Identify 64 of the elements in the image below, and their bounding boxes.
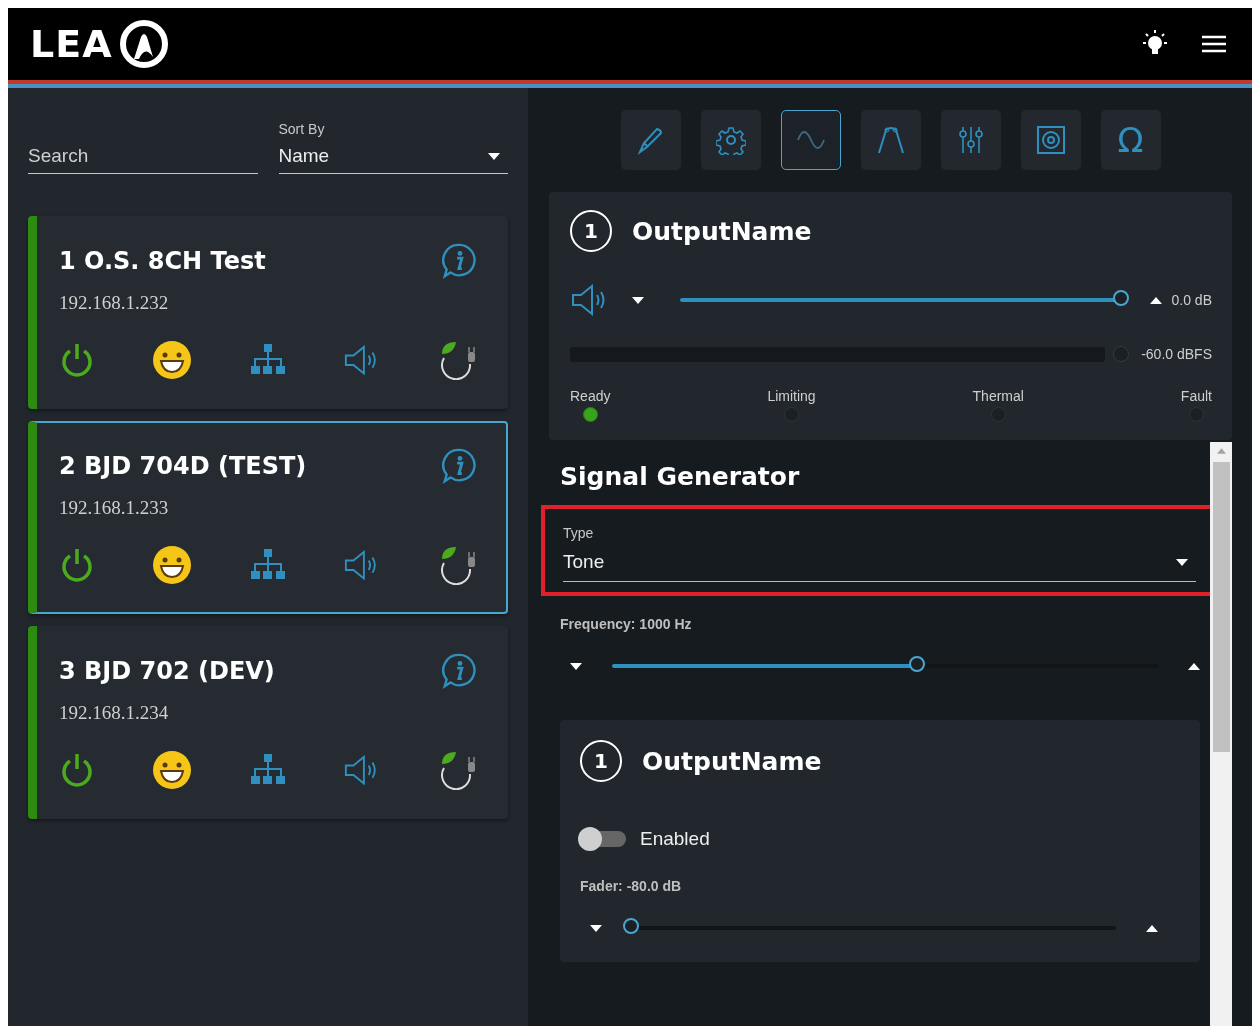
caret-down-icon[interactable] [632,296,644,304]
info-icon[interactable] [440,652,478,690]
tool-tab[interactable] [620,110,681,170]
tool-tab[interactable] [780,110,841,170]
device-name: 3 BJD 702 (DEV) [59,657,275,685]
logo-text: LEA [30,22,113,66]
menu-icon[interactable] [1202,34,1226,54]
slider-thumb[interactable] [908,656,925,672]
toggle-label: Enabled [640,828,710,850]
power-icon[interactable] [59,547,95,583]
tool-tab[interactable] [940,110,1001,170]
ip-address: 192.168.1.232 [59,292,170,314]
search-field[interactable]: Search [28,145,258,167]
channel-number: 1 [580,740,622,782]
info-icon[interactable] [440,242,478,280]
device-name: 1 O.S. 8CH Test [59,247,266,275]
smiley-icon [151,750,192,790]
device-name: 2 BJD 704D (TEST) [59,452,307,480]
eco-plug-icon[interactable] [438,545,478,585]
type-dropdown[interactable]: Type Tone [563,525,1196,582]
fader-label: Fader: -80.0 dB [580,878,683,894]
slider-thumb[interactable] [1112,290,1129,306]
caret-up-icon[interactable] [1146,924,1158,932]
slider-thumb[interactable] [623,918,639,934]
status-label: Thermal [972,388,1024,404]
caret-down-icon[interactable] [488,152,500,160]
tool-tab[interactable] [1020,110,1081,170]
status-label: Limiting [767,388,816,404]
filter-curve-icon [875,125,906,155]
gear-icon [715,125,746,155]
caret-up-icon[interactable] [1188,662,1200,670]
sort-dropdown[interactable]: Sort By Name [278,121,508,174]
tool-tab[interactable] [860,110,921,170]
caret-down-icon[interactable] [1176,558,1188,566]
device-card[interactable]: 2 BJD 704D (TEST) 192.168.1.233 [28,421,508,614]
eco-plug-icon[interactable] [438,750,478,790]
ip-address: 192.168.1.234 [59,702,170,724]
ip-address: 192.168.1.233 [59,497,170,519]
device-card[interactable]: 1 O.S. 8CH Test 192.168.1.232 [28,216,508,409]
channel-number: 1 [570,210,612,252]
gain-reading: 0.0 dB [1171,292,1212,308]
power-icon[interactable] [59,342,95,378]
smiley-icon [151,340,192,380]
caret-down-icon[interactable] [570,662,582,670]
output-name: OutputName [632,216,812,246]
power-icon[interactable] [59,752,95,788]
section-title: Signal Generator [560,462,801,491]
status-label: Fault [1180,388,1212,404]
info-icon[interactable] [440,447,478,485]
scrollbar[interactable] [1210,442,1232,1026]
speaker-box-icon [1035,125,1066,155]
meter-reading: -60.0 dBFS [1141,346,1212,362]
tool-tab[interactable]: Ω [1100,110,1161,170]
caret-up-icon[interactable] [1149,296,1162,304]
tool-tab[interactable] [700,110,761,170]
smiley-icon [151,545,192,585]
device-card[interactable]: 3 BJD 702 (DEV) 192.168.1.234 [28,626,508,819]
eco-plug-icon[interactable] [438,340,478,380]
logo-icon [118,19,169,69]
frequency-label: Frequency: 1000 Hz [560,616,693,632]
output-name: OutputName [642,746,822,776]
clip-indicator [1113,346,1130,362]
caret-down-icon[interactable] [590,924,602,932]
status-label: Ready [570,388,611,404]
